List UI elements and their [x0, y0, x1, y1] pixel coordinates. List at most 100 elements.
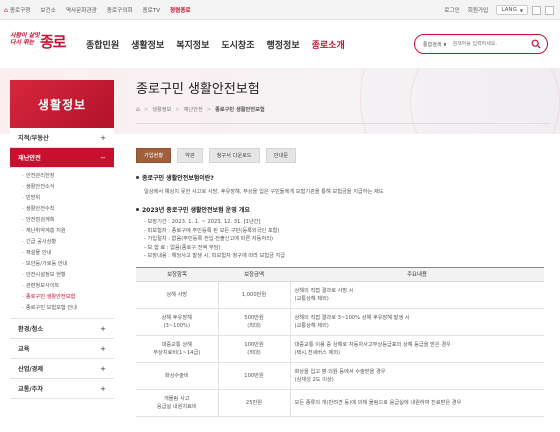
main-nav: 종합민원 생활정보 복지정보 도시창조 행정정보 종로소개	[80, 20, 351, 68]
gnb-welfare[interactable]: 복지정보	[176, 38, 209, 51]
sidebar-item-traffic[interactable]: 교통/주차 +	[10, 379, 114, 399]
submenu-item[interactable]: - 안전점검계획	[22, 215, 114, 226]
cell-desc: 모든 종류의 개(반려견 등)에 의해 물림으로 응급실에 내원하여 진료받은 …	[289, 389, 544, 417]
submenu-item-current[interactable]: - 종로구민 생활안전보험	[22, 292, 114, 303]
cell-amount: 100만원 (최대)	[217, 335, 290, 363]
section-heading: 종로구민 생활안전보험이란?	[136, 173, 550, 182]
breadcrumb: ⌂ > 생활정보 > 재난안전 > 종로구민 생활안전보험	[136, 106, 265, 113]
tab-status[interactable]: 가입현황	[136, 148, 172, 163]
sidebar-item-disaster-safety[interactable]: 재난안전 −	[10, 148, 114, 168]
breadcrumb-item[interactable]: 재난안전	[184, 106, 203, 113]
submenu-item[interactable]: - 안전시설정보 현황	[22, 270, 114, 281]
table-row: 화상수술비 100만원 화상을 입고 병·의원 등에서 수술받을 경우 (심재성 …	[136, 362, 544, 390]
sidebar-item-environment[interactable]: 환경/청소 +	[10, 319, 114, 339]
list-item: - 피보험자 : 종로구에 주민등록 된 모든 구민(등록외국인 포함)	[144, 227, 280, 234]
table-row: 개물림 사고 응급실 내원치료비 25만원 모든 종류의 개(반려견 등)에 의해…	[136, 389, 544, 417]
chevron-down-icon: ▼	[519, 7, 523, 13]
chevron-down-icon: ▼	[443, 41, 447, 47]
submenu-item[interactable]: - 종로구민 보험보험 안내	[22, 303, 114, 314]
font-zoom-in-icon[interactable]	[532, 5, 541, 15]
font-zoom-out-icon[interactable]	[545, 5, 554, 15]
column-header: 보장금액	[218, 266, 290, 282]
cell-amount: 500만원 (최대)	[217, 308, 290, 336]
plus-icon: +	[100, 384, 106, 393]
cell-desc: 대중교통 이용 중 상해로 자동차사고부상등급표의 상해 등급을 받은 경우 (택…	[289, 335, 544, 363]
cell-item: 상해 사망	[136, 281, 218, 309]
search-scope-select[interactable]: 통합검색 ▼	[423, 41, 446, 48]
toplink-council[interactable]: 종로구의회	[107, 6, 133, 14]
submenu-item[interactable]: - 보안등/가로등 안내	[22, 259, 114, 270]
submenu-item[interactable]: - 관련정보사이트	[22, 281, 114, 292]
cell-item: 개물림 사고 응급실 내원치료비	[136, 389, 218, 417]
submenu-item[interactable]: - 생활안전소식	[22, 182, 114, 193]
sidebar-submenu: - 안전관리헌장 - 생활안전소식 - 민방위 - 생활안전수칙 - 안전점검계획 - 재난…	[10, 168, 114, 319]
breadcrumb-item[interactable]: 생활정보	[152, 106, 171, 113]
gnb-urban[interactable]: 도시창조	[221, 38, 254, 51]
home-icon[interactable]: ⌂	[136, 106, 140, 113]
breadcrumb-current: 종로구민 생활안전보험	[215, 107, 265, 113]
sidebar-item-realestate[interactable]: 지적/부동산 +	[10, 128, 114, 148]
login-link[interactable]: 로그인	[444, 6, 459, 14]
tab-terms[interactable]: 약관	[177, 148, 203, 163]
table-header-row: 보장항목 보장금액 주요내용	[136, 266, 544, 282]
section-heading: 2023년 종로구민 생활안전보험 운영 개요	[136, 205, 550, 214]
bullet-icon	[136, 208, 139, 211]
search-input[interactable]	[452, 41, 517, 47]
submenu-item[interactable]: - 민방위	[22, 193, 114, 204]
cell-desc: 화상을 입고 병·의원 등에서 수술받을 경우 (심재성 2도 이상)	[289, 362, 544, 390]
toplink-guchung[interactable]: ⌂ 종로구청	[4, 6, 30, 14]
sidebar-item-education[interactable]: 교육 +	[10, 339, 114, 359]
submenu-item[interactable]: - 재설물 안내	[22, 248, 114, 259]
gnb-intro[interactable]: 종로소개	[312, 38, 345, 51]
submenu-item[interactable]: - 생활안전수칙	[22, 204, 114, 215]
site-logo[interactable]: 사람이 살맛 다시 뛰는 종로	[10, 30, 76, 56]
cell-item: 화상수술비	[136, 362, 218, 390]
list-item: - 가입절차 : 없음(주민등록 전입·전출신고에 따른 자동처리)	[144, 236, 273, 242]
list-item: - 보 험 료 : 없음(종로구 전액 부담)	[144, 244, 221, 251]
column-header: 보장항목	[136, 266, 218, 282]
submenu-item[interactable]: - 안전관리헌장	[22, 171, 114, 182]
search-icon[interactable]	[531, 39, 541, 49]
gnb-admin[interactable]: 행정정보	[267, 38, 300, 51]
sidebar-title: 생활정보	[10, 80, 114, 128]
home-icon: ⌂	[4, 7, 8, 14]
table-row: 상해 사망 1,000만원 상해의 직접 결과로 사망 시 (교통상해 제외)	[136, 281, 544, 309]
sidebar-item-economy[interactable]: 산업/경제 +	[10, 359, 114, 379]
lang-select[interactable]: LANG ▼	[496, 5, 528, 15]
main-content: 종로구민 생활안전보험 ⌂ > 생활정보 > 재난안전 > 종로구민 생활안전보…	[136, 80, 550, 417]
submenu-item[interactable]: - 재난취약계층 지원	[22, 226, 114, 237]
sidebar-nav: 생활정보 지적/부동산 + 재난안전 − - 안전관리헌장 - 생활안전소식 - 민방위 …	[10, 80, 114, 399]
bullet-icon	[136, 176, 139, 179]
table-row: 대중교통 상해 부상치료비(1~14급) 100만원 (최대) 대중교통 이용 중 …	[136, 335, 544, 363]
overview-list: - 보장기간 : 2023. 1. 1. ~ 2023. 12. 31. [1년…	[144, 218, 550, 261]
plus-icon: +	[100, 344, 106, 353]
toplink-health[interactable]: 보건소	[40, 6, 55, 14]
column-header: 주요내용	[290, 266, 544, 282]
cell-item: 상해 후유장해 (3~100%)	[136, 308, 218, 336]
plus-icon: +	[100, 324, 106, 333]
coverage-table: 보장항목 보장금액 주요내용 상해 사망 1,000만원 상해의 직접 결과로 …	[136, 266, 544, 417]
cell-amount: 1,000만원	[217, 281, 290, 309]
toplink-tourism[interactable]: 역사문화관광	[66, 6, 97, 14]
gnb-civil[interactable]: 종합민원	[86, 38, 119, 51]
toplink-tv[interactable]: 종로TV	[142, 6, 160, 14]
table-row: 상해 후유장해 (3~100%) 500만원 (최대) 상해의 직접 결과로 3~1…	[136, 308, 544, 336]
cell-amount: 100만원	[217, 362, 290, 390]
content-tabs: 가입현황 약관 청구서 다운로드 안내문	[136, 148, 550, 163]
toplink-integrity[interactable]: 청렴종로	[170, 6, 191, 14]
join-link[interactable]: 회원가입	[468, 6, 489, 14]
submenu-item[interactable]: - 긴급 공사상황	[22, 237, 114, 248]
cell-desc: 상해의 직접 결과로 3~100% 상해 후유장해 발생 시 (교통상해 제외)	[289, 308, 544, 336]
list-item: - 보장기간 : 2023. 1. 1. ~ 2023. 12. 31. [1년…	[144, 219, 261, 225]
site-header: 사람이 살맛 다시 뛰는 종로 종합민원 생활정보 복지정보 도시창조 행정정보…	[0, 20, 560, 68]
minus-icon: −	[100, 153, 106, 162]
divider	[136, 123, 550, 124]
gnb-life[interactable]: 생활정보	[131, 38, 164, 51]
plus-icon: +	[100, 364, 106, 373]
cell-amount: 25만원	[217, 389, 290, 417]
cell-item: 대중교통 상해 부상치료비(1~14급)	[136, 335, 218, 363]
tab-notice[interactable]: 안내문	[265, 148, 297, 163]
list-item: - 보장내용 : 해당사고 발생 시, 피보험자 청구에 따라 보험금 지급	[144, 253, 286, 259]
page-title: 종로구민 생활안전보험	[136, 82, 260, 97]
tab-claim-download[interactable]: 청구서 다운로드	[208, 148, 260, 163]
